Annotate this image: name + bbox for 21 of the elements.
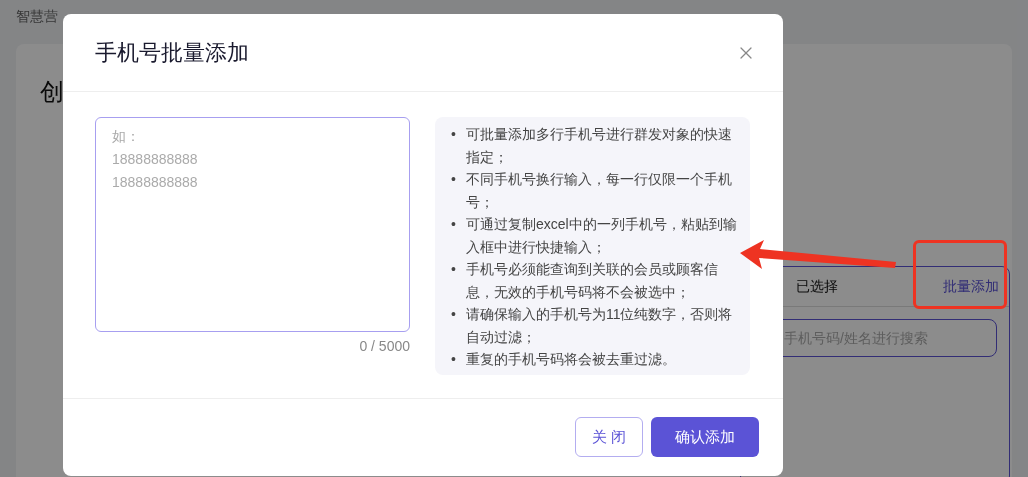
- tip-text: 不同手机号换行输入，每一行仅限一个手机号；: [465, 170, 733, 212]
- tip-text: 重复的手机号码将会被去重过滤。: [465, 350, 676, 369]
- breadcrumb-item[interactable]: 智慧营: [16, 5, 58, 27]
- bullet: •: [451, 170, 456, 189]
- tip-text: 可通过复制excel中的一列手机号，粘贴到输入框中进行快捷输入；: [465, 215, 738, 257]
- phone-input-field[interactable]: 如： 18888888888 18888888888: [95, 117, 410, 332]
- dialog-title: 手机号批量添加: [95, 39, 249, 67]
- close-button[interactable]: 关 闭: [574, 417, 643, 457]
- bullet: •: [451, 305, 456, 324]
- page-title: 创: [40, 77, 65, 107]
- tip-text: 可批量添加多行手机号进行群发对象的快速指定；: [465, 125, 733, 167]
- tip-text: 手机号必须能查询到关联的会员或顾客信息，无效的手机号码将不会被选中；: [465, 260, 719, 302]
- bullet: •: [451, 260, 456, 279]
- confirm-button[interactable]: 确认添加: [651, 417, 759, 457]
- character-counter: 0 / 5000: [359, 337, 410, 356]
- selected-tab[interactable]: 已选择: [796, 276, 838, 297]
- bullet: •: [451, 215, 456, 234]
- bullet: •: [451, 125, 456, 144]
- bullet: •: [451, 350, 456, 369]
- tip-text: 请确保输入的手机号为11位纯数字，否则将自动过滤；: [465, 305, 734, 347]
- batch-add-link[interactable]: 批量添加: [943, 276, 999, 297]
